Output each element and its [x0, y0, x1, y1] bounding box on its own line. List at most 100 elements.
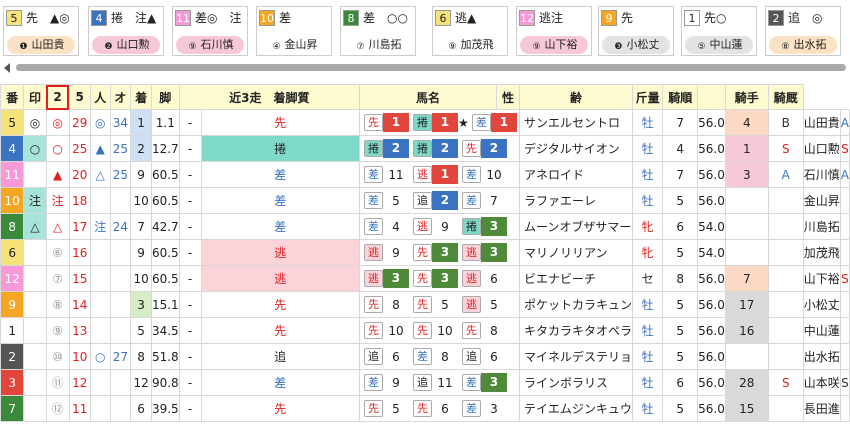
- cell-mark[interactable]: [23, 239, 47, 266]
- cell-mark[interactable]: [23, 317, 47, 344]
- horse-card[interactable]: 5 先 ▲◎ ❶ 山田貴: [3, 6, 79, 56]
- table-row[interactable]: 6 ⑥ 16 9 60.5- 逃逃 9 先 3 逃 3 マリノリリアン牝 5 54.0 加茂飛: [0, 239, 850, 266]
- col-weight[interactable]: 斤量: [631, 84, 664, 110]
- cell-horse-name[interactable]: テイエムジンキュウ: [518, 395, 633, 422]
- col-number[interactable]: 番: [0, 84, 25, 110]
- card-horse-number: 11: [175, 10, 191, 26]
- cell-mark[interactable]: ○: [23, 135, 47, 162]
- horse-card[interactable]: 10 差 ④ 金山昇: [256, 6, 332, 56]
- cell-jockey[interactable]: 山本咲: [802, 369, 841, 396]
- cell-mark[interactable]: [23, 395, 47, 422]
- cell-jockey[interactable]: 石川慎: [802, 161, 841, 188]
- cell-leg: 先: [200, 291, 360, 318]
- horse-card[interactable]: 11 差◎ 注 ⑨ 石川慎: [172, 6, 248, 56]
- cell-mark[interactable]: [23, 161, 47, 188]
- cell-mark-2: ⑦: [45, 265, 70, 292]
- scroll-left-arrow-icon[interactable]: [4, 63, 10, 73]
- cell-jockey[interactable]: 川島拓: [802, 213, 841, 240]
- table-row[interactable]: 9 ⑧ 14 3 15.1- 先先 8 先 5 逃 5 ポケットカラキュン牡 5 56.0 17 小松丈: [0, 291, 850, 318]
- card-jockey-pill: ❶ 山田貴: [7, 36, 75, 54]
- table-row[interactable]: 10 注注 18 10 60.5- 差差 5 追 2 差 7 ラファエーレ牡 5 56.0 金山昇: [0, 187, 850, 214]
- horse-card[interactable]: 1 先○ ⑤ 中山蓮: [681, 6, 757, 56]
- cell-jockey-stable: [839, 187, 850, 214]
- col-sex[interactable]: 性: [496, 84, 520, 110]
- table-row[interactable]: 7 ⑫ 11 6 39.5- 先先 5 先 6 差 3 テイエムジンキュウ牡 5 56.0 15 長田進: [0, 395, 850, 422]
- cell-popularity: 3: [130, 291, 152, 318]
- cell-points-2: 15: [68, 265, 91, 292]
- table-row[interactable]: 2 ⑩ 10 ○ 27 8 51.8- 追追 6 差 8 追 6 マイネルデステリョ牡 5 56.0 出水拓: [0, 343, 850, 370]
- col-recent-3b[interactable]: 近3走 着脚質: [178, 84, 360, 110]
- cell-leg: 追: [200, 343, 360, 370]
- cell-horse-name[interactable]: サンエルセントロ: [518, 109, 633, 136]
- cell-jockey[interactable]: 加茂飛: [802, 239, 841, 266]
- col-popularity[interactable]: 人: [89, 84, 111, 110]
- table-row[interactable]: 11 ▲ 20 △ 25 9 60.5- 差差 11 逃 1 差 10 アネロイド牡 7 56.0 3 A 石川慎 A: [0, 161, 850, 188]
- col-odds[interactable]: オ: [109, 84, 132, 110]
- table-row[interactable]: 1 ⑨ 13 5 34.5- 先先 10 先 10 先 8 キタカラキタオペラ牡 5 56.0 16 中山蓮: [0, 317, 850, 344]
- col-jockey-rank[interactable]: 騎順: [662, 84, 699, 110]
- table-row[interactable]: 12 ⑦ 15 10 60.5- 逃逃 3 先 3 逃 6 ビエナビーチセ 8 56.0 7 山下裕 S: [0, 265, 850, 292]
- cell-horse-name[interactable]: ラファエーレ: [518, 187, 633, 214]
- horse-card[interactable]: 6 逃▲ ⑨ 加茂飛: [432, 6, 508, 56]
- col-mark-2[interactable]: 2: [45, 84, 70, 110]
- cell-horse-name[interactable]: ラインボラリス: [518, 369, 633, 396]
- col-jockey-stable[interactable]: 騎厩: [767, 84, 804, 110]
- cell-jockey[interactable]: 山口勲: [802, 135, 841, 162]
- col-finish[interactable]: 着: [130, 84, 152, 110]
- recent-finish: 10: [486, 167, 502, 182]
- horse-card[interactable]: 8 差 ○○ ⑦ 川島拓: [340, 6, 416, 56]
- cell-jockey[interactable]: 山下裕: [802, 265, 841, 292]
- col-horse-name[interactable]: 馬名: [358, 84, 498, 110]
- cell-jockey[interactable]: 出水拓: [802, 343, 841, 370]
- cell-jockey-stable: [839, 317, 850, 344]
- cell-horse-name[interactable]: アネロイド: [518, 161, 633, 188]
- cell-jockey[interactable]: 小松丈: [802, 291, 841, 318]
- scrollbar-thumb[interactable]: [16, 64, 846, 71]
- cell-horse-name[interactable]: マリノリリアン: [518, 239, 633, 266]
- cell-mark[interactable]: [23, 291, 47, 318]
- cell-horse-name[interactable]: ビエナビーチ: [518, 265, 633, 292]
- cell-points-5: 34: [109, 109, 132, 136]
- col-mark-5[interactable]: 5: [68, 84, 91, 110]
- col-rank-letter[interactable]: [697, 84, 726, 110]
- horse-card[interactable]: 2 追 ◎ ⑧ 出水拓: [765, 6, 841, 56]
- table-row[interactable]: 4 ○ ○ 25 ▲ 25 2 12.7- 捲捲 2 捲 2 先 2 デジタルサイオン牡 4 56.0 1 S 山口勲…: [0, 135, 850, 162]
- cell-popularity: 9: [130, 239, 152, 266]
- cell-age: 5: [662, 395, 699, 422]
- cell-jockey[interactable]: 山田貴: [802, 109, 841, 136]
- table-row[interactable]: 3 ⑪ 12 12 90.8- 差差 9 追 11 差 3 ラインボラリス牡 6 56.0 28 S 山本咲 S: [0, 369, 850, 396]
- cell-jockey[interactable]: 中山蓮: [802, 317, 841, 344]
- card-jockey-rank: ⑨: [188, 42, 197, 52]
- recent-leg-style: 先: [412, 296, 432, 313]
- cell-mark[interactable]: [23, 343, 47, 370]
- cell-mark[interactable]: ◎: [23, 109, 47, 136]
- recent-finish: 6: [490, 271, 498, 286]
- cell-number: 1: [0, 317, 25, 344]
- cell-horse-name[interactable]: ムーンオブザサマー: [518, 213, 633, 240]
- horse-card[interactable]: 4 捲 注▲ ❷ 山口勲: [88, 6, 164, 56]
- cell-number: 5: [0, 109, 25, 136]
- horse-card[interactable]: 12 逃注 ⑨ 山下裕: [516, 6, 592, 56]
- cell-rank-letter: A: [767, 161, 804, 188]
- col-mark[interactable]: 印: [23, 84, 47, 110]
- horse-card[interactable]: 9 先 ❸ 小松丈: [598, 6, 674, 56]
- col-age[interactable]: 齢: [518, 84, 633, 110]
- cell-mark[interactable]: [23, 265, 47, 292]
- cell-horse-name[interactable]: マイネルデステリョ: [518, 343, 633, 370]
- recent-finish: 9: [441, 219, 449, 234]
- cell-horse-name[interactable]: ポケットカラキュン: [518, 291, 633, 318]
- col-jockey[interactable]: 騎手: [724, 84, 769, 110]
- cell-points-5: [109, 265, 132, 292]
- table-row[interactable]: 5 ◎ ◎ 29 ◎ 34 1 1.1- 先先 1 捲 1 ★ 差 1 サンエルセントロ牡 7 56.0 4 B 山田貴…: [0, 109, 850, 136]
- cell-horse-name[interactable]: デジタルサイオン: [518, 135, 633, 162]
- cell-horse-name[interactable]: キタカラキタオペラ: [518, 317, 633, 344]
- cell-mark[interactable]: 注: [23, 187, 47, 214]
- recent-leg-style: 逃: [363, 270, 383, 287]
- cell-jockey[interactable]: 長田進: [802, 395, 841, 422]
- cell-mark[interactable]: [23, 369, 47, 396]
- table-row[interactable]: 8 △ △ 17 注 24 7 42.7- 差差 4 逃 9 捲 3 ムーンオブザサマー牝 6 54.0 川島拓: [0, 213, 850, 240]
- cell-jockey[interactable]: 金山昇: [802, 187, 841, 214]
- col-leg[interactable]: 脚: [150, 84, 180, 110]
- horizontal-scrollbar[interactable]: [0, 62, 850, 76]
- cell-mark[interactable]: △: [23, 213, 47, 240]
